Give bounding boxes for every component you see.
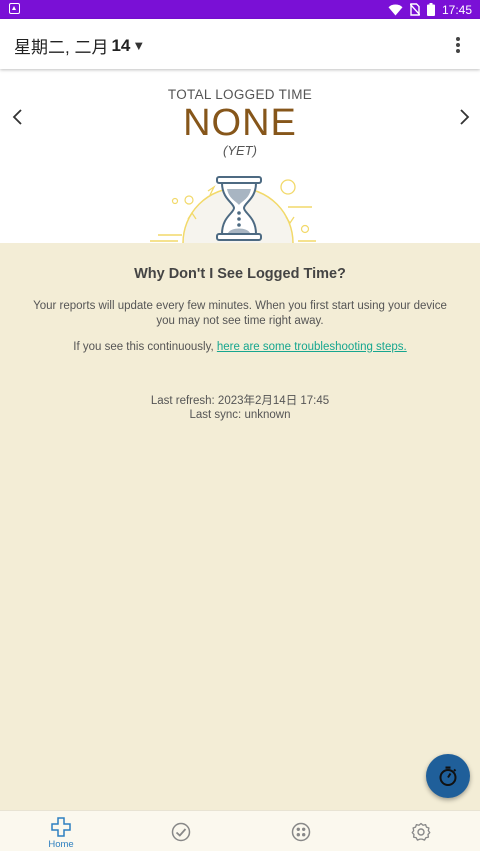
info-body: Your reports will update every few minut… (33, 300, 447, 327)
status-icons: 17:45 (388, 2, 472, 17)
nav-apps[interactable] (261, 811, 341, 851)
bottom-navigation: Home (0, 810, 480, 851)
last-refresh: Last refresh: 2023年2月14日 17:45 (150, 395, 330, 407)
info-title: Why Don't I See Logged Time? (134, 266, 346, 282)
troubleshooting-line: If you see this continuously, here are s… (0, 341, 480, 353)
total-logged-sub: (YET) (223, 143, 257, 158)
keyboard-icon (9, 3, 20, 14)
menu-dot (456, 37, 460, 41)
nav-tasks[interactable] (141, 811, 221, 851)
stopwatch-icon (439, 766, 457, 786)
timer-fab-button[interactable] (426, 754, 470, 798)
date-day: 14 (111, 35, 131, 55)
total-logged-label: TOTAL LOGGED TIME (167, 87, 313, 102)
dropdown-caret-icon: ▼ (132, 38, 146, 53)
troubleshooting-prefix: If you see this continuously, (73, 341, 217, 353)
check-circle-icon (171, 822, 191, 842)
app-bar: 星期二, 二月 14 ▼ (0, 19, 480, 69)
info-panel: Why Don't I See Logged Time? Your report… (0, 243, 480, 810)
settings-icon (411, 822, 431, 841)
summary-section: TOTAL LOGGED TIME NONE (YET) (0, 69, 480, 243)
last-sync: Last sync: unknown (189, 408, 291, 421)
status-bar: 17:45 (0, 0, 480, 19)
hourglass-icon (150, 176, 316, 243)
total-logged-value: NONE (183, 102, 297, 144)
battery-icon (426, 3, 435, 16)
refresh-info: Last refresh: 2023年2月14日 17:45 Last sync… (0, 395, 480, 422)
apps-icon (291, 822, 311, 842)
wifi-icon (388, 4, 403, 15)
menu-dot (456, 49, 460, 53)
date-prefix: 星期二, 二月 (14, 38, 109, 57)
date-selector[interactable]: 星期二, 二月 14 ▼ (14, 33, 145, 58)
nav-home[interactable]: Home (21, 811, 101, 851)
home-icon (51, 817, 71, 837)
troubleshooting-link[interactable]: here are some troubleshooting steps. (217, 341, 407, 353)
status-time: 17:45 (441, 2, 472, 17)
overflow-menu-button[interactable] (450, 35, 466, 55)
nav-home-label: Home (48, 839, 74, 850)
nav-settings[interactable] (381, 811, 461, 851)
menu-dot (456, 43, 460, 47)
no-sim-icon (409, 3, 420, 16)
